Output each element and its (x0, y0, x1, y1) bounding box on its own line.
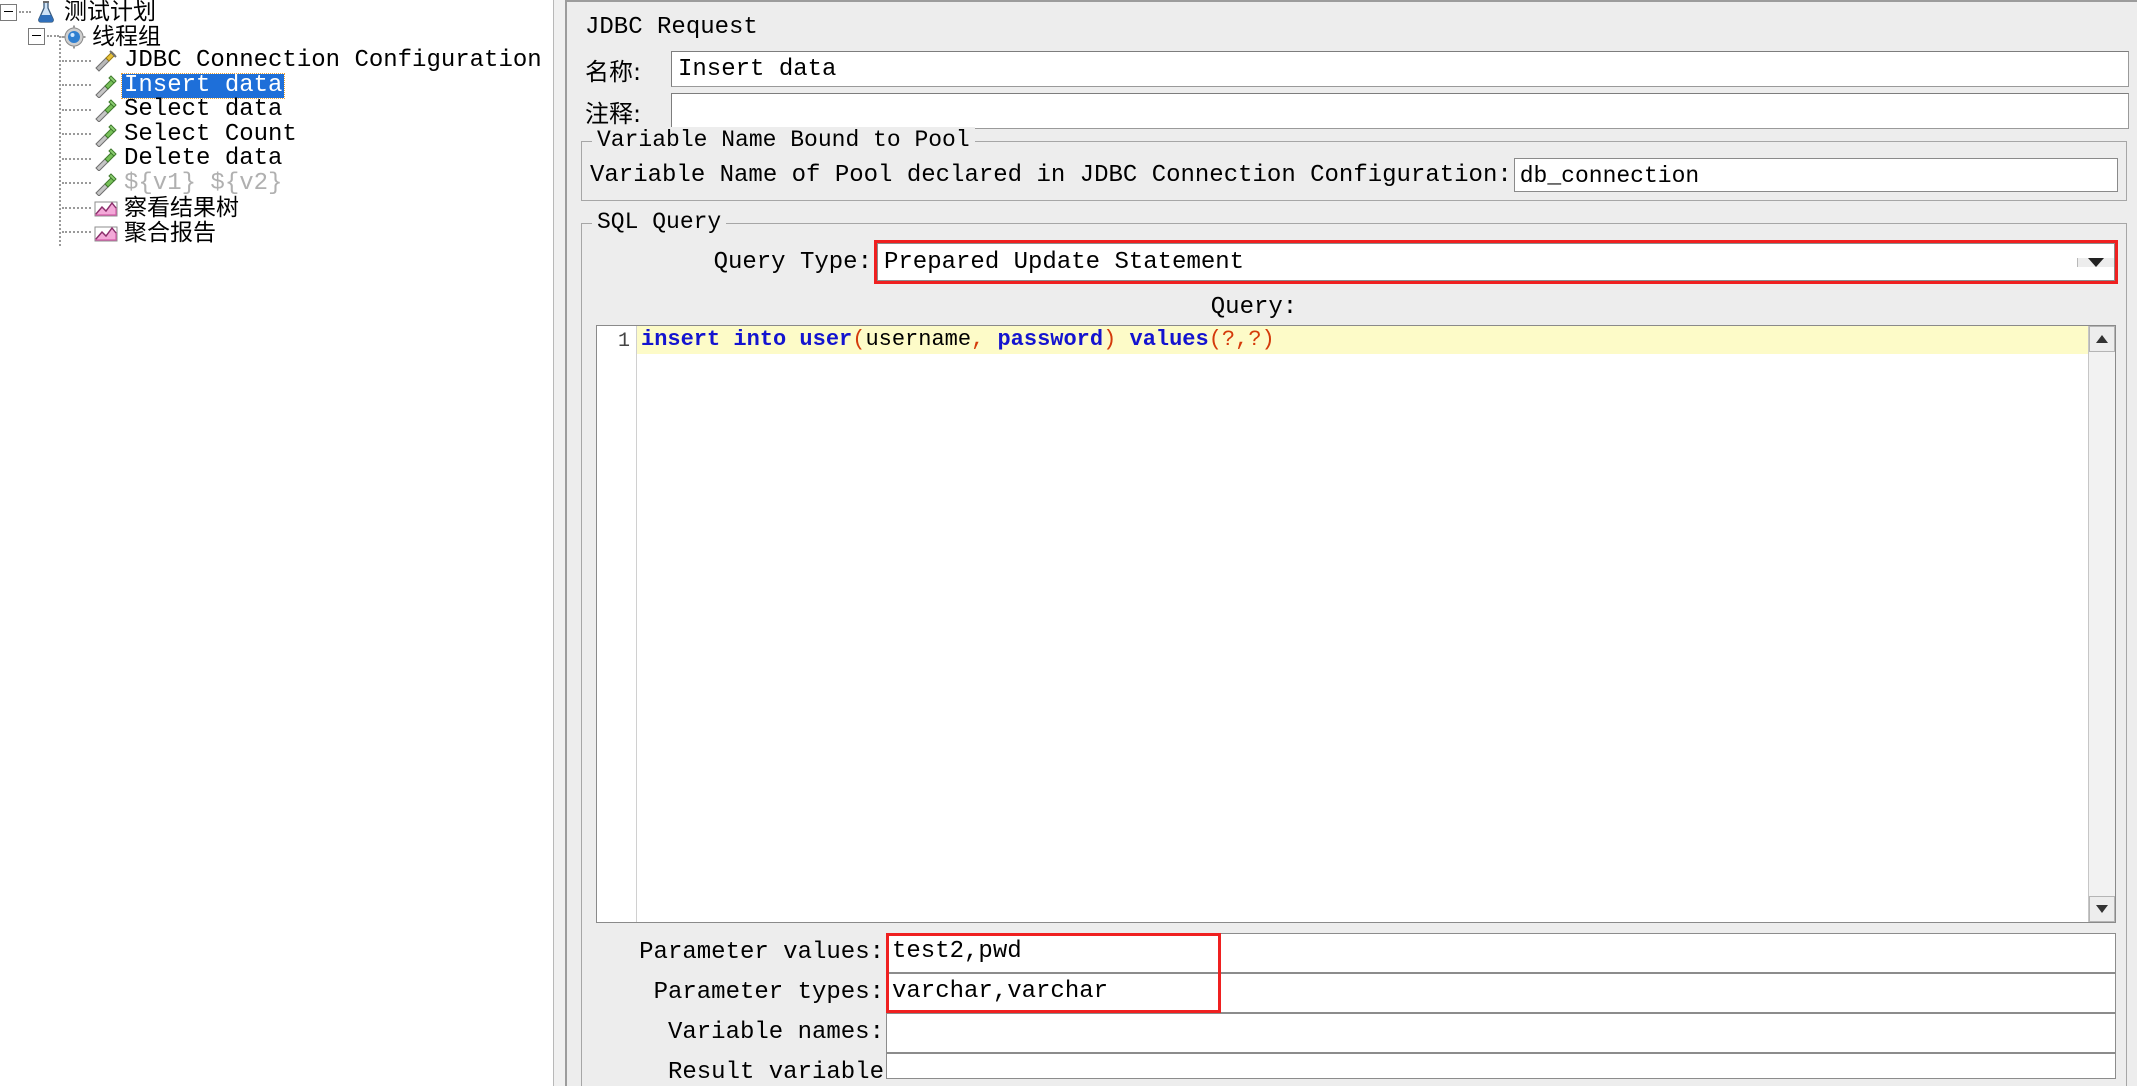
param-row: Parameter types: varchar,varchar (596, 973, 2116, 1013)
tree-node-label[interactable]: 测试计划 (62, 0, 158, 24)
editor-content[interactable]: insert into user(username, password) val… (637, 326, 2088, 922)
tree-connector (47, 35, 59, 38)
comments-input[interactable] (671, 93, 2129, 129)
sql-token: (?,?) (1208, 327, 1275, 352)
tree-node-label[interactable]: JDBC Connection Configuration (122, 49, 544, 73)
sql-token: ) (1103, 327, 1117, 352)
tree-node-label[interactable]: Delete data (122, 147, 284, 171)
param-input[interactable]: varchar,varchar (886, 973, 2116, 1013)
param-label: Parameter values: (639, 939, 884, 966)
query-type-highlight: Prepared Update Statement (874, 240, 2118, 284)
query-type-row: Query Type: Prepared Update Statement (590, 240, 2118, 284)
tree-connector (62, 231, 91, 234)
query-type-select[interactable]: Prepared Update Statement (877, 243, 2115, 281)
param-label: Variable names: (667, 1019, 884, 1046)
tree-connector (19, 10, 31, 14)
tree-node-label[interactable]: Select data (122, 98, 284, 122)
scroll-up-icon[interactable] (2089, 326, 2115, 352)
comments-row: 注释: (577, 93, 2129, 129)
tree-node-3[interactable]: Insert data (0, 72, 553, 99)
sql-token: password (997, 327, 1104, 352)
sql-query-group: SQL Query Query Type: Prepared Update St… (581, 209, 2127, 1086)
editor-scrollbar[interactable] (2088, 326, 2115, 922)
thread-group-icon (61, 25, 87, 49)
scroll-down-icon[interactable] (2089, 896, 2115, 922)
pool-label: Variable Name of Pool declared in JDBC C… (590, 161, 1512, 189)
sql-group-title: SQL Query (592, 209, 727, 235)
tree-node-0[interactable]: 测试计划 (0, 0, 553, 25)
sql-editor[interactable]: 1 insert into user(username, password) v… (596, 325, 2116, 923)
test-plan-icon (33, 0, 59, 24)
jdbc-request-icon (93, 147, 119, 172)
tree-node-label[interactable]: ${v1} ${v2} (122, 171, 284, 196)
tree-node-1[interactable]: 线程组 (0, 25, 553, 50)
editor-line-numbers: 1 (597, 326, 637, 922)
name-input[interactable]: Insert data (671, 51, 2129, 87)
query-type-label: Query Type: (713, 248, 872, 276)
param-row: Variable names: (596, 1013, 2116, 1053)
chevron-down-icon[interactable] (2077, 257, 2114, 267)
tree-node-label[interactable]: Insert data (120, 72, 286, 99)
param-row: Result variable (596, 1053, 2116, 1079)
param-input[interactable] (886, 1013, 2116, 1053)
pool-name-input[interactable]: db_connection (1513, 158, 2118, 192)
tree-node-label[interactable]: 察看结果树 (122, 196, 241, 220)
sql-token: username (865, 327, 972, 352)
tree-collapse-toggle-icon[interactable] (0, 3, 17, 21)
tree-connector (62, 157, 91, 161)
page-title: JDBC Request (585, 14, 758, 41)
view-results-tree-icon (93, 196, 119, 220)
tree-node-7[interactable]: ${v1} ${v2} (0, 171, 553, 197)
tree-connector (62, 108, 91, 112)
query-caption: Query: (1210, 294, 1298, 321)
pool-group-title: Variable Name Bound to Pool (592, 127, 975, 153)
tree-node-6[interactable]: Delete data (0, 147, 553, 172)
param-label: Parameter types: (653, 979, 884, 1006)
jdbc-request-icon (93, 74, 119, 99)
tree-node-4[interactable]: Select data (0, 98, 553, 123)
sql-token: insert into user (641, 327, 853, 352)
param-input[interactable]: test2,pwd (886, 933, 2116, 973)
tree-connector (62, 59, 91, 63)
tree-node-2[interactable]: JDBC Connection Configuration (0, 49, 553, 74)
param-input[interactable] (886, 1053, 2116, 1079)
name-row: 名称: Insert data (577, 51, 2129, 87)
jdbc-request-icon (93, 172, 119, 197)
jdbc-request-icon (93, 123, 119, 148)
name-label: 名称: (585, 57, 642, 86)
param-label: Result variable (667, 1059, 884, 1079)
test-plan-tree[interactable]: 测试计划 线程组 JDBC Connection Configuration Inse… (0, 0, 553, 1086)
tree-node-5[interactable]: Select Count (0, 122, 553, 148)
tree-vertical-connector (59, 36, 61, 246)
config-element-icon (93, 49, 119, 73)
jmeter-window: 测试计划 线程组 JDBC Connection Configuration Inse… (0, 0, 2137, 1086)
tree-node-8[interactable]: 察看结果树 (0, 196, 553, 221)
tree-node-9[interactable]: 聚合报告 (0, 221, 553, 246)
jdbc-request-panel: JDBC Request 名称: Insert data 注释: Variabl… (565, 0, 2137, 1086)
sql-token: , (971, 327, 985, 352)
variable-name-bound-to-pool-group: Variable Name Bound to Pool Variable Nam… (581, 127, 2127, 201)
sql-token: values (1129, 327, 1209, 352)
query-type-value: Prepared Update Statement (884, 248, 1245, 276)
tree-collapse-toggle-icon[interactable] (28, 28, 45, 46)
tree-node-label[interactable]: 线程组 (90, 25, 163, 49)
tree-connector (62, 84, 91, 87)
tree-node-label[interactable]: Select Count (122, 122, 299, 147)
tree-node-label[interactable]: 聚合报告 (122, 221, 218, 245)
comments-label: 注释: (585, 99, 642, 128)
param-row: Parameter values: test2,pwd (596, 933, 2116, 973)
parameter-fields: Parameter values: test2,pwd Parameter type… (596, 933, 2116, 1079)
sql-token: ( (852, 327, 866, 352)
sql-code-line: insert into user(username, password) val… (637, 326, 2088, 354)
tree-connector (62, 182, 91, 185)
tree-connector (62, 133, 91, 136)
jdbc-request-icon (93, 98, 119, 123)
aggregate-report-icon (93, 221, 119, 245)
tree-connector (62, 206, 91, 210)
